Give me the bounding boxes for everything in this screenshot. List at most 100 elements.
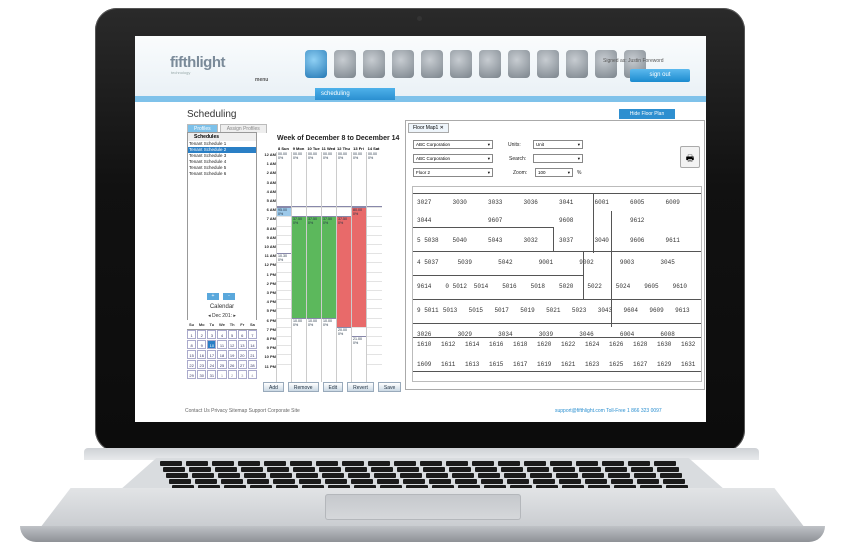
schedule-block[interactable]: 20.00 0% — [337, 326, 352, 373]
calendar-day[interactable]: 18 — [217, 350, 227, 359]
room-label[interactable]: 5016 — [502, 283, 516, 290]
room-label[interactable]: 6005 — [630, 199, 644, 206]
room-label[interactable]: 4 5037 — [417, 259, 439, 266]
calendar-day[interactable]: 3 — [237, 370, 247, 379]
tab-floor-map[interactable]: Floor Map1 ✕ — [408, 123, 449, 133]
calendar-day[interactable]: 11 — [217, 340, 227, 349]
room-label[interactable]: 9614 — [417, 283, 431, 290]
room-label[interactable]: 9610 — [673, 283, 687, 290]
room-label[interactable]: 5013 — [443, 307, 457, 314]
room-label[interactable]: 5040 — [453, 237, 467, 244]
calendar-day[interactable]: 24 — [207, 360, 217, 369]
edit-button[interactable]: Edit — [322, 382, 344, 392]
magnifier-icon[interactable] — [450, 50, 472, 78]
room-label[interactable]: 5018 — [531, 283, 545, 290]
calendar-day[interactable]: 19 — [227, 350, 237, 359]
room-label[interactable]: 5015 — [469, 307, 483, 314]
room-label[interactable]: 1613 — [465, 361, 479, 368]
scheduling-icon[interactable] — [305, 50, 327, 78]
calendar-day[interactable]: 2 — [197, 330, 207, 339]
room-label[interactable]: 3040 — [595, 237, 609, 244]
room-label[interactable]: 9612 — [630, 217, 644, 224]
logo[interactable]: fifthlight — [170, 54, 225, 71]
calendar-day[interactable]: 27 — [237, 360, 247, 369]
schedule-block[interactable]: 10.00 0% — [292, 317, 307, 373]
schedule-block[interactable]: 21.00 0% — [352, 336, 367, 373]
schedule-block[interactable]: 10.30 0% — [277, 253, 292, 263]
room-label[interactable]: 1614 — [465, 341, 479, 348]
room-label[interactable]: 5022 — [587, 283, 601, 290]
users-icon[interactable] — [566, 50, 588, 78]
book-icon[interactable] — [421, 50, 443, 78]
calendar-day[interactable]: 5 — [227, 330, 237, 339]
room-label[interactable]: 6001 — [595, 199, 609, 206]
hide-floor-plan-button[interactable]: Hide Floor Plan — [619, 109, 675, 119]
room-label[interactable]: 9 5011 — [417, 307, 439, 314]
save-button[interactable]: Save — [377, 382, 402, 392]
room-label[interactable]: 3030 — [453, 199, 467, 206]
monitor-icon[interactable] — [595, 50, 617, 78]
room-label[interactable]: 9001 — [539, 259, 553, 266]
day-column[interactable]: 00.00 0% 37.50 0% 20.00 0% — [336, 152, 352, 382]
schedule-block[interactable]: 37.50 0% — [337, 216, 352, 327]
calendar-day[interactable]: 8 — [187, 340, 197, 349]
schedule-block[interactable]: 95.00 0% — [277, 207, 292, 217]
room-label[interactable]: 3043 — [598, 307, 612, 314]
calendar-day[interactable]: 30 — [197, 370, 207, 379]
room-label[interactable]: 1619 — [537, 361, 551, 368]
day-column[interactable]: 00.00 0% 80.00 0% 21.00 0% — [351, 152, 367, 382]
room-label[interactable]: 1609 — [417, 361, 431, 368]
schedule-block[interactable]: 00.00 0% — [277, 152, 292, 208]
search-input[interactable] — [533, 154, 583, 163]
room-label[interactable]: 9613 — [675, 307, 689, 314]
room-label[interactable]: 1611 — [441, 361, 455, 368]
footer-links[interactable]: Contact Us Privacy Sitemap Support Corpo… — [185, 408, 300, 414]
room-label[interactable]: 3033 — [488, 199, 502, 206]
room-label[interactable]: 5020 — [559, 283, 573, 290]
room-label[interactable]: 3037 — [559, 237, 573, 244]
schedule-block[interactable]: 37.50 0% — [322, 216, 337, 318]
calendar-day[interactable]: 16 — [197, 350, 207, 359]
schedule-block[interactable]: 80.00 0% — [352, 207, 367, 327]
calendar-day[interactable]: 7 — [247, 330, 257, 339]
room-label[interactable]: 5021 — [546, 307, 560, 314]
menu-button[interactable]: menu — [255, 77, 268, 83]
room-label[interactable]: 5017 — [494, 307, 508, 314]
room-label[interactable]: 9606 — [630, 237, 644, 244]
schedule-item[interactable]: Tenant Schedule 6 — [188, 171, 256, 177]
room-label[interactable]: 9003 — [620, 259, 634, 266]
calendar-day[interactable]: 1 — [187, 330, 197, 339]
room-label[interactable]: 9608 — [559, 217, 573, 224]
room-label[interactable]: 3036 — [524, 199, 538, 206]
day-column[interactable]: 00.00 0% 37.50 0% 10.00 0% — [291, 152, 307, 382]
room-label[interactable]: 1630 — [657, 341, 671, 348]
room-label[interactable]: 1610 — [417, 341, 431, 348]
room-label[interactable]: 9604 — [624, 307, 638, 314]
room-label[interactable]: 0 5012 — [445, 283, 467, 290]
units-select[interactable]: Unit — [533, 140, 583, 149]
calendar-day[interactable]: 21 — [247, 350, 257, 359]
calendar-day[interactable]: 14 — [247, 340, 257, 349]
room-label[interactable]: 6009 — [666, 199, 680, 206]
revert-button[interactable]: Revert — [347, 382, 374, 392]
remove-button[interactable]: Remove — [287, 382, 319, 392]
add-schedule-button[interactable]: + — [207, 293, 219, 300]
room-label[interactable]: 1615 — [489, 361, 503, 368]
person-icon[interactable] — [363, 50, 385, 78]
sphere-icon[interactable] — [334, 50, 356, 78]
schedule-block[interactable]: 00.00 0% — [307, 152, 322, 208]
schedule-block[interactable]: 00.00 0% — [367, 152, 382, 208]
schedule-block[interactable]: 37.50 0% — [292, 216, 307, 318]
calendar-day[interactable]: 12 — [227, 340, 237, 349]
room-label[interactable]: 1628 — [633, 341, 647, 348]
room-label[interactable]: 1620 — [537, 341, 551, 348]
room-label[interactable]: 1618 — [513, 341, 527, 348]
room-label[interactable]: 3041 — [559, 199, 573, 206]
room-label[interactable]: 9002 — [579, 259, 593, 266]
room-label[interactable]: 1629 — [657, 361, 671, 368]
room-label[interactable]: 9605 — [644, 283, 658, 290]
calendar-nav[interactable]: ◂ Dec 201: ▸ — [187, 313, 257, 319]
calendar-day[interactable]: 28 — [247, 360, 257, 369]
room-label[interactable]: 1617 — [513, 361, 527, 368]
room-label[interactable]: 5043 — [488, 237, 502, 244]
